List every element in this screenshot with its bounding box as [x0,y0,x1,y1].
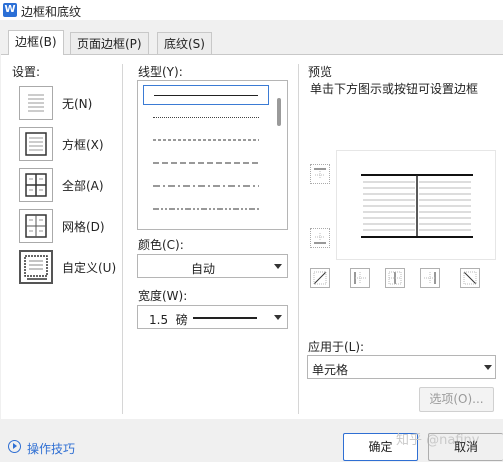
border-bottom-toggle[interactable] [310,228,330,248]
border-right-icon [424,272,436,284]
tips-link[interactable]: 操作技巧 [27,440,75,457]
setting-all-label: 全部(A) [62,179,104,193]
border-left-icon [354,272,366,284]
tab-shading[interactable]: 底纹(S) [157,32,212,54]
border-top-toggle[interactable] [310,164,330,184]
apply-to-heading: 应用于(L): [308,340,365,354]
options-button[interactable]: 选项(O)... [419,387,494,412]
line-style-solid[interactable] [143,85,269,105]
border-left-toggle[interactable] [350,268,370,288]
tab-border[interactable]: 边框(B) [8,30,64,55]
setting-grid-label: 网格(D) [62,220,105,234]
border-grid-icon [25,214,47,238]
window-title: 边框和底纹 [21,5,82,19]
border-box-icon [25,132,47,156]
color-dropdown[interactable]: 自动 [137,254,288,278]
setting-box-button[interactable] [19,127,53,161]
setting-custom-label: 自定义(U) [62,261,117,275]
diagonal-down-toggle[interactable] [310,268,330,288]
cancel-button[interactable]: 取消 [428,433,503,461]
chevron-down-icon [274,315,282,320]
width-value: 1.5 磅 [149,313,188,327]
width-dropdown[interactable]: 1.5 磅 [137,305,288,329]
border-inside-vertical-toggle[interactable] [385,268,405,288]
setting-none-label: 无(N) [62,97,93,111]
setting-custom-button[interactable] [19,250,53,284]
play-circle-icon [8,440,21,453]
border-top-icon [314,168,326,179]
apply-to-dropdown[interactable]: 单元格 [307,355,496,379]
preview-heading: 预览 [308,65,333,79]
width-heading: 宽度(W): [138,289,188,303]
line-style-dashed-short[interactable] [143,131,269,151]
border-inside-vertical-icon [388,271,402,285]
app-icon: W [3,3,17,17]
setting-all-button[interactable] [19,168,53,202]
preview-diagram [361,174,473,238]
border-custom-icon [24,255,48,280]
diagonal-down-icon [313,271,327,285]
setting-grid-button[interactable] [19,209,53,243]
chevron-down-icon [484,365,492,370]
chevron-down-icon [274,264,282,269]
divider-left [122,64,123,414]
diagonal-up-toggle[interactable] [460,268,480,288]
width-line-sample [193,317,257,319]
border-right-toggle[interactable] [420,268,440,288]
color-heading: 颜色(C): [138,238,184,252]
apply-to-value: 单元格 [312,363,349,377]
divider-right [298,64,299,414]
border-none-icon [28,94,44,112]
line-style-heading: 线型(Y): [138,65,183,79]
diagonal-up-icon [463,271,477,285]
tab-page-border[interactable]: 页面边框(P) [70,32,149,54]
settings-heading: 设置: [12,65,41,79]
border-preview[interactable] [336,150,496,260]
border-bottom-icon [314,233,326,244]
color-value: 自动 [190,262,215,276]
preview-hint: 单击下方图示或按钮可设置边框 [310,82,479,96]
setting-none-button[interactable] [19,86,53,120]
line-style-dash-dot-dot[interactable] [143,200,269,220]
line-style-dashed[interactable] [143,154,269,174]
setting-box-label: 方框(X) [62,138,104,152]
line-style-dotted[interactable] [143,108,269,128]
line-style-dash-dot[interactable] [143,177,269,197]
title-bar: W 边框和底纹 [0,0,503,20]
line-style-scrollbar[interactable] [277,98,281,126]
border-all-icon [25,173,47,197]
